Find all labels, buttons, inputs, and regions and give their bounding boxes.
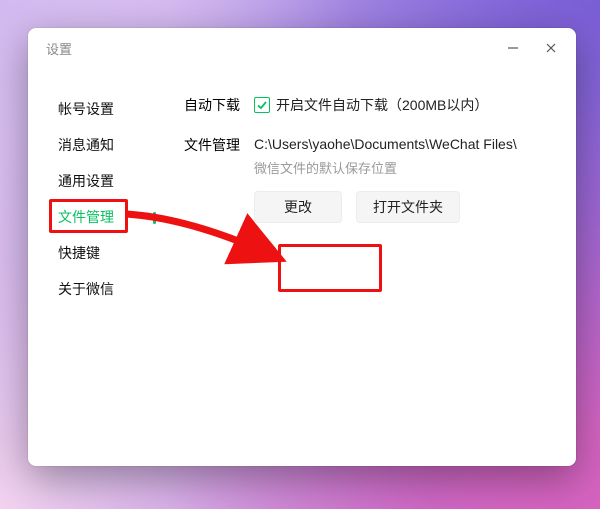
sidebar-item-account[interactable]: 帐号设置 <box>58 94 156 124</box>
open-folder-button[interactable]: 打开文件夹 <box>356 191 460 223</box>
change-button[interactable]: 更改 <box>254 191 342 223</box>
sidebar-item-label: 关于微信 <box>58 281 114 297</box>
file-path-text: C:\Users\yaohe\Documents\WeChat Files\ <box>254 134 554 154</box>
minimize-button[interactable] <box>494 33 532 63</box>
file-path-hint: 微信文件的默认保存位置 <box>254 158 554 177</box>
auto-download-checkbox-row[interactable]: 开启文件自动下载（200MB以内） <box>254 94 554 116</box>
settings-window: 设置 帐号设置消息通知通用设置文件管理快捷键关于微信 自动下载 <box>28 28 576 466</box>
settings-content: 自动下载 开启文件自动下载（200MB以内） 文件管 <box>156 94 576 466</box>
close-icon <box>545 42 557 54</box>
active-indicator <box>153 212 156 224</box>
file-manage-row: 文件管理 C:\Users\yaohe\Documents\WeChat Fil… <box>184 134 554 223</box>
sidebar-item-label: 消息通知 <box>58 137 114 153</box>
sidebar-item-label: 快捷键 <box>58 245 100 261</box>
titlebar: 设置 <box>28 28 576 68</box>
window-title: 设置 <box>46 39 72 58</box>
desktop-background: 设置 帐号设置消息通知通用设置文件管理快捷键关于微信 自动下载 <box>0 0 600 509</box>
auto-download-text: 开启文件自动下载（200MB以内） <box>276 94 488 116</box>
sidebar-item-general[interactable]: 通用设置 <box>58 166 156 196</box>
sidebar-item-shortcut[interactable]: 快捷键 <box>58 238 156 268</box>
sidebar-item-notify[interactable]: 消息通知 <box>58 130 156 160</box>
sidebar-item-label: 文件管理 <box>58 209 114 225</box>
checkbox-icon <box>254 97 270 113</box>
file-manage-label: 文件管理 <box>184 134 254 156</box>
sidebar-item-files[interactable]: 文件管理 <box>58 202 156 232</box>
sidebar-item-label: 帐号设置 <box>58 101 114 117</box>
sidebar-item-about[interactable]: 关于微信 <box>58 274 156 304</box>
minimize-icon <box>507 42 519 54</box>
auto-download-row: 自动下载 开启文件自动下载（200MB以内） <box>184 94 554 116</box>
close-button[interactable] <box>532 33 570 63</box>
sidebar-item-label: 通用设置 <box>58 173 114 189</box>
settings-sidebar: 帐号设置消息通知通用设置文件管理快捷键关于微信 <box>28 94 156 466</box>
auto-download-label: 自动下载 <box>184 94 254 116</box>
